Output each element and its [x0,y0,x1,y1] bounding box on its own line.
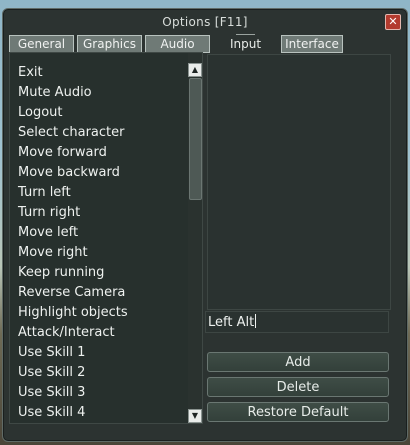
list-scrollbar[interactable]: ▲ ▼ [188,53,202,423]
window-title: Options [F11] [162,15,248,29]
scroll-thumb[interactable] [189,78,202,200]
list-item-turn-left[interactable]: Turn left [18,185,71,200]
tab-general[interactable]: General [9,35,74,53]
actions-list: Exit Mute Audio Logout Select character … [9,52,203,424]
list-item-turn-right[interactable]: Turn right [18,205,80,220]
list-item-keep-running[interactable]: Keep running [18,265,104,280]
list-item-reverse-camera[interactable]: Reverse Camera [18,285,125,300]
list-item-attack-interact[interactable]: Attack/Interact [18,325,115,340]
list-item-use-skill-1[interactable]: Use Skill 1 [18,345,85,360]
list-item-use-skill-4[interactable]: Use Skill 4 [18,405,85,420]
add-button[interactable]: Add [207,352,389,372]
key-binding-value: Left Alt [208,315,255,330]
list-item-highlight-objects[interactable]: Highlight objects [18,305,128,320]
list-item-move-left[interactable]: Move left [18,225,78,240]
list-item-move-backward[interactable]: Move backward [18,165,120,180]
list-item-use-skill-2[interactable]: Use Skill 2 [18,365,85,380]
text-caret [255,314,257,328]
list-item-mute-audio[interactable]: Mute Audio [18,85,92,100]
key-binding-field[interactable]: Left Alt [205,311,389,333]
list-item-move-forward[interactable]: Move forward [18,145,107,160]
close-icon[interactable]: ✕ [385,14,401,30]
tab-interface[interactable]: Interface [281,35,343,53]
list-item-logout[interactable]: Logout [18,105,63,120]
list-item-select-character[interactable]: Select character [18,125,125,140]
key-bindings-list[interactable] [207,54,391,310]
tab-graphics[interactable]: Graphics [77,35,142,53]
scroll-up-icon[interactable]: ▲ [188,63,202,77]
list-item-use-skill-3[interactable]: Use Skill 3 [18,385,85,400]
list-item-exit[interactable]: Exit [18,65,43,80]
restore-default-button[interactable]: Restore Default [207,402,389,422]
tab-input[interactable]: Input [213,34,278,53]
tab-audio[interactable]: Audio [145,35,210,53]
list-item-move-right[interactable]: Move right [18,245,88,260]
scroll-down-icon[interactable]: ▼ [188,409,202,423]
delete-button[interactable]: Delete [207,377,389,397]
